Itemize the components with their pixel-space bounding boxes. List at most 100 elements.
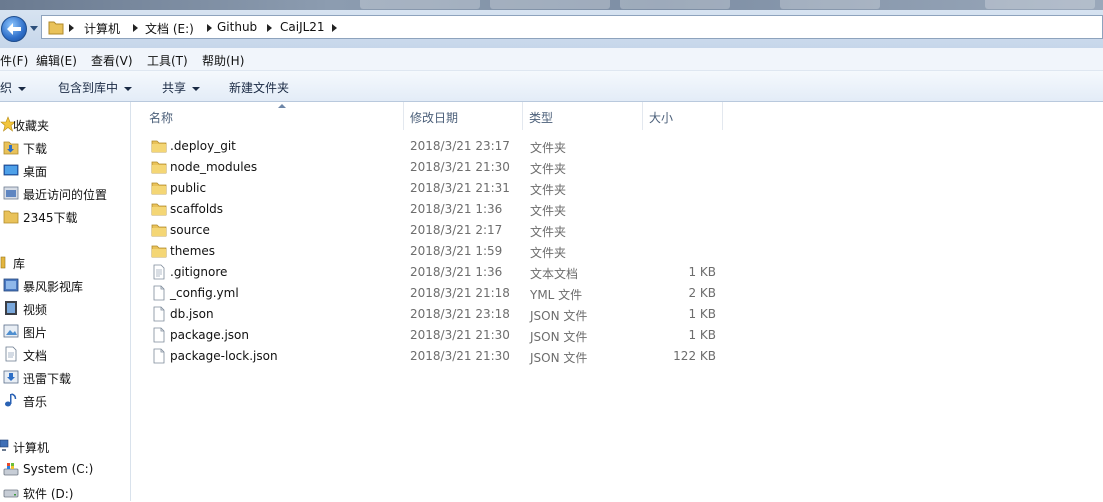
file-type: JSON 文件 — [530, 309, 588, 323]
file-icon — [153, 306, 165, 322]
nav-baofeng[interactable]: 暴风影视库 — [3, 275, 125, 295]
nav-2345-downloads[interactable]: 2345下载 — [3, 206, 125, 226]
breadcrumb-github[interactable]: Github — [217, 20, 257, 34]
address-box[interactable]: 计算机 文档 (E:) Github CaiJL21 — [41, 15, 1103, 39]
breadcrumb-caijl21[interactable]: CaiJL21 — [280, 20, 325, 34]
nav-downloads-label: 下载 — [23, 142, 48, 156]
breadcrumb-separator[interactable] — [332, 24, 337, 32]
file-row[interactable]: package.json 2018/3/21 21:30 JSON 文件 1 KB — [131, 325, 731, 346]
organize-button[interactable]: 织 — [0, 79, 27, 96]
menu-file[interactable]: 件(F) — [0, 52, 28, 69]
downloads-folder-icon — [3, 141, 19, 155]
file-icon — [153, 348, 165, 364]
document-icon — [5, 346, 17, 362]
file-row[interactable]: source 2018/3/21 2:17 文件夹 — [131, 220, 731, 241]
file-type: 文件夹 — [530, 183, 567, 197]
breadcrumb-separator[interactable] — [267, 24, 272, 32]
nav-libraries[interactable]: 库 — [0, 252, 125, 272]
nav-drive-d[interactable]: 软件 (D:) — [3, 482, 125, 502]
file-name: .deploy_git — [170, 139, 236, 153]
menu-tools[interactable]: 工具(T) — [147, 52, 188, 69]
breadcrumb-separator[interactable] — [207, 24, 212, 32]
column-name-label: 名称 — [149, 111, 174, 125]
file-size: 1 KB — [688, 307, 716, 321]
chevron-down-icon — [192, 86, 201, 91]
file-date: 2018/3/21 21:31 — [410, 181, 510, 195]
menu-edit[interactable]: 编辑(E) — [36, 52, 77, 69]
file-date: 2018/3/21 23:17 — [410, 139, 510, 153]
file-row[interactable]: _config.yml 2018/3/21 21:18 YML 文件 2 KB — [131, 283, 731, 304]
file-size: 1 KB — [688, 328, 716, 342]
address-bar-area: 计算机 文档 (E:) Github CaiJL21 — [0, 10, 1103, 49]
picture-icon — [3, 324, 19, 338]
folder-icon — [3, 210, 19, 224]
file-row[interactable]: public 2018/3/21 21:31 文件夹 — [131, 178, 731, 199]
breadcrumb-drive-e[interactable]: 文档 (E:) — [145, 20, 194, 37]
text-file-icon — [153, 264, 165, 280]
column-header-name[interactable]: 名称 — [143, 102, 404, 130]
file-type: JSON 文件 — [530, 351, 588, 365]
music-note-icon — [5, 393, 17, 407]
breadcrumb-separator[interactable] — [133, 24, 138, 32]
file-type: 文件夹 — [530, 162, 567, 176]
recent-places-icon — [3, 186, 19, 200]
menu-help[interactable]: 帮助(H) — [202, 52, 244, 69]
nav-videos-label: 视频 — [23, 303, 48, 317]
folder-icon — [151, 203, 167, 216]
nav-downloads[interactable]: 下载 — [3, 137, 125, 157]
nav-favorites[interactable]: 收藏夹 — [0, 114, 125, 134]
folder-icon — [151, 140, 167, 153]
menu-view[interactable]: 查看(V) — [91, 52, 133, 69]
file-row[interactable]: themes 2018/3/21 1:59 文件夹 — [131, 241, 731, 262]
sort-ascending-icon — [278, 104, 286, 108]
file-row[interactable]: node_modules 2018/3/21 21:30 文件夹 — [131, 157, 731, 178]
column-header-size[interactable]: 大小 — [643, 102, 723, 130]
file-name: themes — [170, 244, 216, 258]
nav-desktop[interactable]: 桌面 — [3, 160, 125, 180]
file-name: source — [170, 223, 210, 237]
file-type: 文件夹 — [530, 225, 567, 239]
video-library-icon — [3, 278, 19, 292]
breadcrumb-computer[interactable]: 计算机 — [84, 20, 120, 37]
file-name: scaffolds — [170, 202, 224, 216]
nav-libraries-label: 库 — [13, 257, 26, 271]
file-row[interactable]: .gitignore 2018/3/21 1:36 文本文档 1 KB — [131, 262, 731, 283]
nav-documents[interactable]: 文档 — [3, 344, 125, 364]
nav-documents-label: 文档 — [23, 349, 48, 363]
desktop-icon — [3, 164, 19, 176]
file-row[interactable]: .deploy_git 2018/3/21 23:17 文件夹 — [131, 136, 731, 157]
file-date: 2018/3/21 2:17 — [410, 223, 503, 237]
nav-xunlei[interactable]: 迅雷下载 — [3, 367, 125, 387]
file-size: 122 KB — [673, 349, 716, 363]
nav-music[interactable]: 音乐 — [3, 390, 125, 410]
new-folder-button[interactable]: 新建文件夹 — [229, 79, 289, 96]
back-button[interactable] — [1, 16, 27, 42]
file-date: 2018/3/21 21:30 — [410, 349, 510, 363]
nav-recent-places[interactable]: 最近访问的位置 — [3, 183, 125, 203]
file-name: package-lock.json — [170, 349, 278, 363]
breadcrumb-separator[interactable] — [69, 24, 74, 32]
file-row[interactable]: db.json 2018/3/21 23:18 JSON 文件 1 KB — [131, 304, 731, 325]
column-header-type[interactable]: 类型 — [523, 102, 643, 130]
nav-drive-c[interactable]: System (C:) — [3, 459, 125, 479]
file-row[interactable]: package-lock.json 2018/3/21 21:30 JSON 文件 1… — [131, 346, 731, 367]
file-name: .gitignore — [170, 265, 228, 279]
file-type: 文本文档 — [530, 267, 579, 281]
column-header-date[interactable]: 修改日期 — [404, 102, 523, 130]
download-folder-icon — [3, 370, 19, 384]
file-date: 2018/3/21 1:36 — [410, 265, 503, 279]
nav-pictures[interactable]: 图片 — [3, 321, 125, 341]
file-date: 2018/3/21 21:18 — [410, 286, 510, 300]
file-icon — [153, 327, 165, 343]
share-button[interactable]: 共享 — [162, 79, 201, 96]
include-library-button[interactable]: 包含到库中 — [58, 79, 133, 96]
file-type: JSON 文件 — [530, 330, 588, 344]
nav-computer[interactable]: 计算机 — [0, 436, 125, 456]
nav-videos[interactable]: 视频 — [3, 298, 125, 318]
column-size-label: 大小 — [649, 111, 674, 125]
chevron-down-icon — [18, 86, 27, 91]
file-type: 文件夹 — [530, 246, 567, 260]
nav-favorites-label: 收藏夹 — [13, 119, 50, 133]
file-row[interactable]: scaffolds 2018/3/21 1:36 文件夹 — [131, 199, 731, 220]
recent-pages-dropdown[interactable] — [30, 26, 38, 31]
